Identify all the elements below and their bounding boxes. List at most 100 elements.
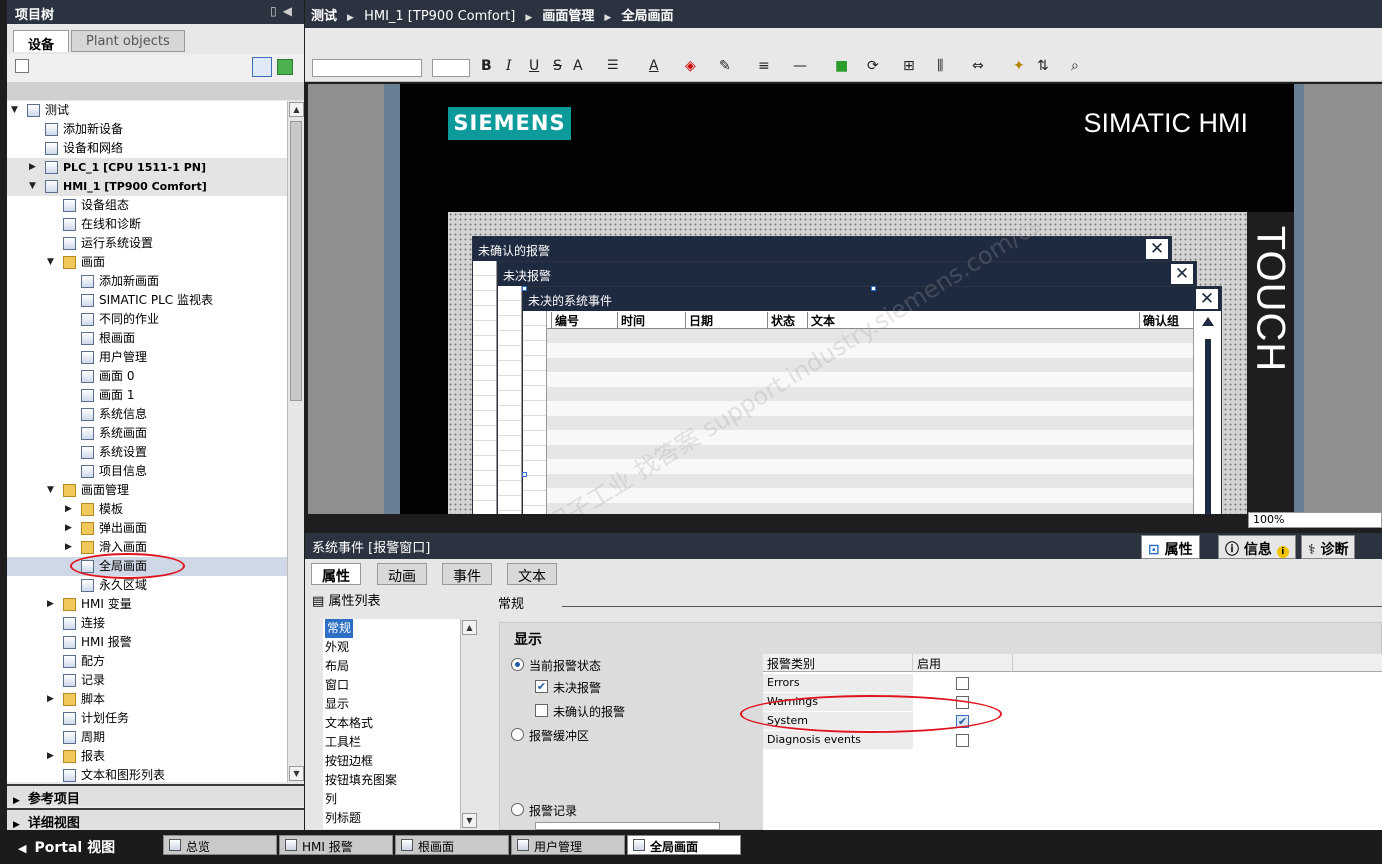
tree-item[interactable]: 周期 [7, 728, 287, 747]
alarm-class-enabled-checkbox[interactable] [956, 734, 969, 747]
tree-item[interactable]: 计划任务 [7, 709, 287, 728]
reference-projects-section[interactable]: ▶ 参考项目 [7, 784, 304, 807]
collapse-arrow-icon[interactable]: ▼ [47, 253, 57, 272]
unack-checkbox[interactable] [535, 704, 548, 717]
selection-handle[interactable] [522, 286, 527, 291]
alarm-class-enabled-checkbox[interactable]: ✔ [956, 715, 969, 728]
align-icon[interactable]: ☰ [607, 58, 619, 73]
selection-handle[interactable] [871, 286, 876, 291]
tree-item[interactable]: ▶ 弹出画面 [7, 519, 287, 538]
tab-animations[interactable]: 动画 [377, 563, 427, 585]
taskbar-item[interactable]: 全局画面 [627, 835, 741, 855]
bold-button[interactable]: B [481, 58, 492, 74]
font-color-icon[interactable]: A [649, 58, 659, 74]
tree-item[interactable]: ▶ 滑入画面 [7, 538, 287, 557]
format-painter-icon[interactable]: ✦ [1013, 58, 1025, 74]
collapse-arrow-icon[interactable]: ▼ [11, 101, 21, 120]
line-color-icon[interactable]: ✎ [719, 58, 731, 74]
alarm-scrollbar[interactable] [1193, 311, 1221, 514]
tab-properties[interactable]: 属性 [311, 563, 361, 585]
close-icon[interactable]: ✕ [1171, 264, 1193, 284]
scroll-thumb[interactable] [290, 121, 302, 401]
log-radio[interactable] [511, 803, 524, 816]
tree-item[interactable]: 全局画面 [7, 557, 287, 576]
same-size-icon[interactable]: ⇔ [972, 58, 984, 74]
property-list-item[interactable]: 外观 [323, 638, 460, 657]
tab-diagnostics[interactable]: ⚕ 诊断 [1301, 535, 1356, 559]
zoom-icon[interactable]: ⌕ [1071, 58, 1079, 74]
order-icon[interactable]: ⇅ [1037, 58, 1049, 74]
expand-arrow-icon[interactable]: ▶ [47, 690, 57, 709]
scroll-up-icon[interactable]: ▲ [462, 620, 477, 635]
tab-plant-objects[interactable]: Plant objects [71, 30, 185, 52]
tree-item[interactable]: 文本和图形列表 [7, 766, 287, 782]
tree-item[interactable]: 系统画面 [7, 424, 287, 443]
tree-item[interactable]: 连接 [7, 614, 287, 633]
tree-item[interactable]: 画面 1 [7, 386, 287, 405]
taskbar-item[interactable]: 总览 [163, 835, 277, 855]
selection-handle[interactable] [522, 472, 527, 477]
underline-button[interactable]: U [529, 58, 539, 74]
add-icon[interactable] [277, 59, 293, 75]
expand-arrow-icon[interactable]: ▶ [65, 538, 75, 557]
font-family-select[interactable] [312, 59, 422, 77]
taskbar-item[interactable]: 用户管理 [511, 835, 625, 855]
fill-color-icon[interactable]: ◈ [685, 58, 696, 74]
property-list-item[interactable]: 按钮边框 [323, 752, 460, 771]
breadcrumb-item[interactable]: 测试 [311, 9, 337, 24]
tree-item[interactable]: 根画面 [7, 329, 287, 348]
current-state-radio[interactable] [511, 658, 524, 671]
italic-button[interactable]: I [506, 58, 512, 74]
tree-item[interactable]: HMI 报警 [7, 633, 287, 652]
property-list-item[interactable]: 按钮填充图案 [323, 771, 460, 790]
tree-item[interactable]: 永久区域 [7, 576, 287, 595]
line-width-icon[interactable]: ≡ [758, 58, 770, 74]
distribute-icon[interactable]: ⫼ [937, 58, 943, 74]
pending-checkbox[interactable]: ✔ [535, 680, 548, 693]
property-list-item[interactable]: 常规 [323, 619, 460, 638]
scroll-down-icon[interactable]: ▼ [462, 813, 477, 828]
system-events-window[interactable]: 未决的系统事件 ✕ 编号 时间 日期 状态 文本 确认组 [522, 286, 1222, 514]
screen-work-area[interactable]: 未确认的报警 ✕ 未决报警 ✕ 未决的系统事件 ✕ 编号 时间 日期 状态 文本… [448, 212, 1247, 514]
line-style-icon[interactable]: — [793, 58, 807, 74]
property-list-item[interactable]: 窗口 [323, 676, 460, 695]
strikethrough-button[interactable]: S [553, 58, 562, 74]
tree-item[interactable]: 不同的作业 [7, 310, 287, 329]
tree-item[interactable]: ▼ 画面管理 [7, 481, 287, 500]
close-icon[interactable]: ✕ [1196, 289, 1218, 309]
expand-arrow-icon[interactable]: ▶ [29, 158, 39, 177]
expand-arrow-icon[interactable]: ▶ [65, 519, 75, 538]
tree-item[interactable]: SIMATIC PLC 监视表 [7, 291, 287, 310]
tree-item[interactable]: ▶ PLC_1 [CPU 1511-1 PN] [7, 158, 287, 177]
tree-item[interactable]: 画面 0 [7, 367, 287, 386]
scroll-down-icon[interactable]: ▼ [289, 766, 304, 781]
property-list-item[interactable]: 列 [323, 790, 460, 809]
tree-item[interactable]: ▶ HMI 变量 [7, 595, 287, 614]
property-list-scrollbar[interactable]: ▲ ▼ [460, 619, 478, 829]
tree-item[interactable]: 设备和网络 [7, 139, 287, 158]
scroll-up-icon[interactable] [1202, 317, 1214, 326]
font-size-select[interactable] [432, 59, 470, 77]
tree-item[interactable]: ▼ HMI_1 [TP900 Comfort] [7, 177, 287, 196]
collapse-arrow-icon[interactable]: ▼ [29, 177, 39, 196]
tree-item[interactable]: ▶ 报表 [7, 747, 287, 766]
overview-toggle-icon[interactable] [252, 57, 272, 77]
tree-item[interactable]: 项目信息 [7, 462, 287, 481]
tree-item[interactable]: 记录 [7, 671, 287, 690]
panel-controls[interactable]: ▯◀ [270, 4, 298, 18]
tree-item[interactable]: 添加新设备 [7, 120, 287, 139]
tree-scrollbar[interactable]: ▲ ▼ [287, 101, 304, 782]
alarm-class-enabled-checkbox[interactable] [956, 677, 969, 690]
tree-item[interactable]: 用户管理 [7, 348, 287, 367]
tab-properties-right[interactable]: ⊡ 属性 [1141, 535, 1200, 559]
align-objects-icon[interactable]: ⊞ [903, 58, 915, 74]
breadcrumb-item[interactable]: 全局画面 [621, 9, 673, 24]
new-group-icon[interactable] [15, 59, 29, 73]
tab-info[interactable]: ⓘ 信息 i [1218, 535, 1296, 559]
tree-item[interactable]: 运行系统设置 [7, 234, 287, 253]
expand-arrow-icon[interactable]: ▶ [47, 747, 57, 766]
details-view-section[interactable]: ▶ 详细视图 [7, 808, 304, 831]
rotate-icon[interactable]: ⟳ [867, 58, 879, 74]
tab-texts[interactable]: 文本 [507, 563, 557, 585]
portal-view-button[interactable]: ◀ Portal 视图 [18, 837, 115, 857]
